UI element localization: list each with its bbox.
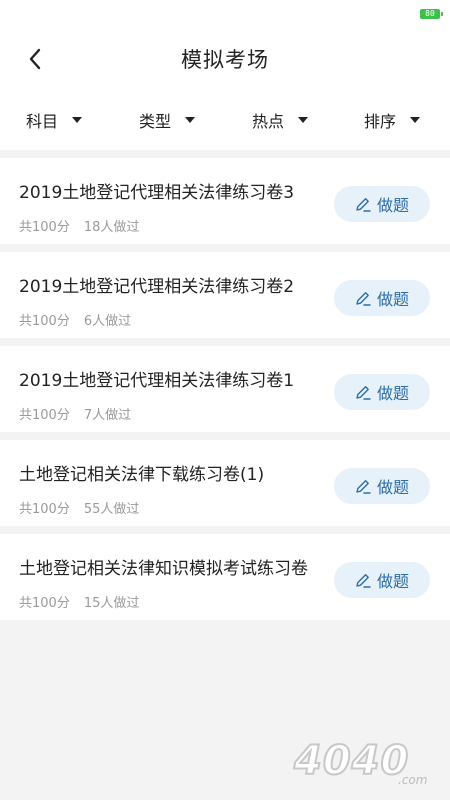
do-exam-button[interactable]: 做题 [334, 468, 430, 504]
exam-card[interactable]: 土地登记相关法律下载练习卷(1) 共100分 55人做过 做题 [0, 440, 450, 526]
do-exam-label: 做题 [376, 290, 409, 309]
exam-meta: 共100分 7人做过 [19, 404, 131, 423]
exam-score: 共100分 [19, 502, 70, 517]
do-exam-label: 做题 [376, 572, 409, 591]
page-title: 模拟考场 [181, 48, 269, 72]
exam-count: 18人做过 [83, 220, 140, 235]
filter-type[interactable]: 类型 [139, 108, 196, 132]
pencil-icon [356, 292, 371, 306]
exam-count: 7人做过 [83, 408, 132, 423]
pencil-icon [356, 198, 371, 212]
exam-score: 共100分 [19, 408, 70, 423]
exam-title: 土地登记相关法律知识模拟考试练习卷 [19, 559, 308, 579]
watermark-suffix: .com [398, 773, 427, 787]
exam-score: 共100分 [19, 220, 70, 235]
watermark-logo: 4040 .com [292, 737, 427, 787]
filter-label: 热点 [252, 112, 285, 131]
exam-card[interactable]: 2019土地登记代理相关法律练习卷1 共100分 7人做过 做题 [0, 346, 450, 432]
exam-count: 55人做过 [83, 502, 140, 517]
exam-list: 2019土地登记代理相关法律练习卷3 共100分 18人做过 做题 2019土地登… [0, 158, 450, 628]
do-exam-button[interactable]: 做题 [334, 374, 430, 410]
exam-card[interactable]: 2019土地登记代理相关法律练习卷3 共100分 18人做过 做题 [0, 158, 450, 244]
exam-count: 6人做过 [83, 314, 132, 329]
pencil-icon [356, 574, 371, 588]
battery-icon: 80 [420, 9, 443, 19]
header: 模拟考场 [0, 28, 450, 90]
caret-down-icon [410, 117, 421, 123]
exam-meta: 共100分 55人做过 [19, 498, 139, 517]
exam-meta: 共100分 18人做过 [19, 216, 139, 235]
watermark-text: 4040 [293, 738, 409, 784]
exam-title: 2019土地登记代理相关法律练习卷1 [19, 371, 295, 391]
do-exam-button[interactable]: 做题 [334, 280, 430, 316]
exam-count: 15人做过 [83, 596, 140, 611]
exam-card[interactable]: 土地登记相关法律知识模拟考试练习卷 共100分 15人做过 做题 [0, 534, 450, 620]
filter-label: 排序 [364, 112, 397, 131]
exam-card[interactable]: 2019土地登记代理相关法律练习卷2 共100分 6人做过 做题 [0, 252, 450, 338]
exam-meta: 共100分 6人做过 [19, 310, 131, 329]
exam-score: 共100分 [19, 596, 70, 611]
filter-hot[interactable]: 热点 [252, 108, 309, 132]
filter-sort[interactable]: 排序 [364, 108, 421, 132]
exam-meta: 共100分 15人做过 [19, 592, 139, 611]
caret-down-icon [298, 117, 309, 123]
filter-label: 科目 [26, 112, 59, 131]
status-bar: 80 [0, 0, 450, 28]
exam-title: 2019土地登记代理相关法律练习卷2 [19, 277, 295, 297]
pencil-icon [356, 480, 371, 494]
filter-subject[interactable]: 科目 [26, 108, 83, 132]
caret-down-icon [72, 117, 83, 123]
caret-down-icon [185, 117, 196, 123]
do-exam-label: 做题 [376, 196, 409, 215]
do-exam-label: 做题 [376, 384, 409, 403]
filter-label: 类型 [139, 112, 172, 131]
do-exam-label: 做题 [376, 478, 409, 497]
do-exam-button[interactable]: 做题 [334, 186, 430, 222]
exam-score: 共100分 [19, 314, 70, 329]
exam-title: 2019土地登记代理相关法律练习卷3 [19, 183, 295, 203]
do-exam-button[interactable]: 做题 [334, 562, 430, 598]
exam-title: 土地登记相关法律下载练习卷(1) [19, 465, 265, 485]
pencil-icon [356, 386, 371, 400]
filter-bar: 科目 类型 热点 排序 [0, 90, 450, 150]
